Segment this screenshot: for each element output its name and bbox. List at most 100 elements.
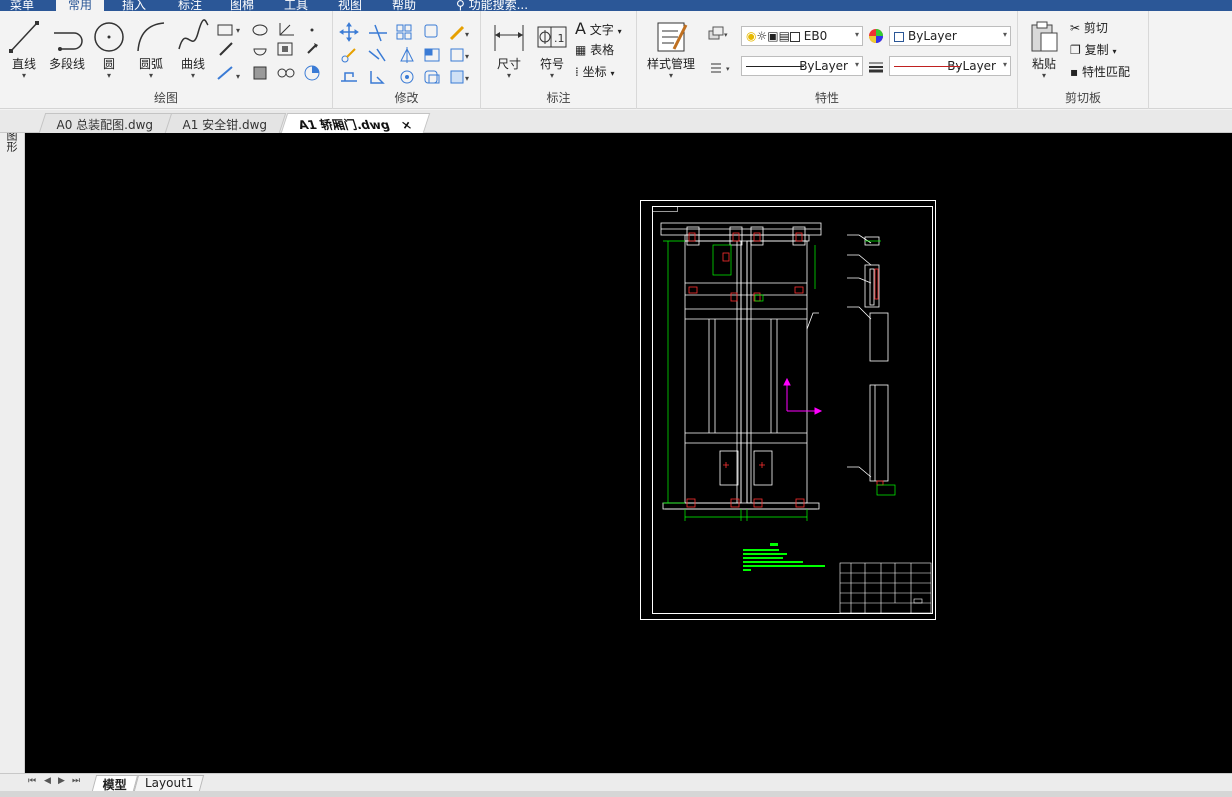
lineweight-preview bbox=[894, 66, 960, 67]
linetype-preview bbox=[746, 66, 804, 67]
clipboard-group-label: 剪切板 bbox=[1064, 91, 1101, 105]
menu-tab-home[interactable]: 常用 bbox=[56, 0, 105, 11]
chevron-down-icon: ▾ bbox=[549, 71, 554, 80]
menu-tab-menu[interactable]: 菜单 bbox=[10, 0, 34, 11]
chevron-down-icon: ▾ bbox=[1041, 71, 1046, 80]
annotate-group-label: 标注 bbox=[546, 91, 571, 105]
linetype-select[interactable]: ByLayer ▾ bbox=[741, 56, 863, 76]
symbol-icon: .1 bbox=[537, 26, 567, 48]
sun-icon: ☼ bbox=[756, 29, 768, 43]
circle-button[interactable]: 圆 ▾ bbox=[92, 19, 126, 80]
svg-text:.1: .1 bbox=[554, 32, 565, 45]
style-manager-button[interactable]: 样式管理 ▾ bbox=[643, 19, 699, 80]
dimension-icon bbox=[494, 25, 524, 51]
drawing-canvas[interactable] bbox=[25, 133, 1232, 773]
lineweight-select[interactable]: ByLayer ▾ bbox=[889, 56, 1011, 76]
color-select[interactable]: ByLayer ▾ bbox=[889, 26, 1011, 46]
doc-tab-assembly[interactable]: A0 总装配图.dwg bbox=[38, 113, 172, 133]
feature-search[interactable]: ⚲ 功能搜索... bbox=[456, 0, 528, 11]
svg-text:▾: ▾ bbox=[465, 74, 469, 83]
text-icon: A bbox=[575, 19, 586, 38]
arc-icon bbox=[137, 22, 165, 52]
draw-small-tools[interactable]: ▾ ▾ bbox=[216, 19, 326, 89]
chevron-down-icon: ▾ bbox=[668, 71, 673, 80]
layer-color-swatch bbox=[789, 31, 800, 42]
arc-button[interactable]: 圆弧 ▾ bbox=[132, 19, 170, 80]
line-icon bbox=[9, 21, 39, 53]
list-icon[interactable]: ▾ bbox=[709, 59, 730, 77]
layout-tab-model[interactable]: 模型 bbox=[91, 775, 139, 792]
svg-text:▾: ▾ bbox=[465, 52, 469, 61]
polyline-icon bbox=[54, 32, 83, 51]
chevron-down-icon: ▾ bbox=[506, 71, 511, 80]
match-properties-button[interactable]: ▪ 特性匹配 bbox=[1070, 63, 1130, 80]
modify-group-label: 修改 bbox=[394, 91, 419, 105]
menu-tab-layer[interactable]: 图棉 bbox=[230, 0, 254, 11]
color-swatch bbox=[894, 31, 904, 42]
lock-icon: ▣ bbox=[767, 29, 779, 43]
cut-button[interactable]: ✂ 剪切 bbox=[1070, 19, 1108, 36]
spline-button[interactable]: 曲线 ▾ bbox=[174, 19, 212, 80]
close-tab-icon[interactable]: × bbox=[399, 118, 414, 132]
copy-button[interactable]: ❐ 复制 ▾ bbox=[1070, 41, 1116, 58]
symbol-button[interactable]: .1 符号 ▾ bbox=[533, 19, 571, 80]
doc-tab-car-door[interactable]: A1 轿厢门.dwg × bbox=[280, 113, 431, 133]
properties-group-label: 特性 bbox=[814, 91, 839, 105]
coordinate-button[interactable]: ⁞ 坐标 ▾ bbox=[575, 63, 615, 80]
brush-icon: ▪ bbox=[1070, 65, 1079, 79]
first-layout-icon[interactable]: ⏮ bbox=[28, 776, 36, 786]
svg-text:▾: ▾ bbox=[236, 26, 240, 35]
style-manager-icon bbox=[657, 22, 688, 52]
lineweight-icon[interactable] bbox=[867, 58, 885, 76]
next-layout-icon[interactable]: ▶ bbox=[58, 776, 65, 786]
draw-group-label: 绘图 bbox=[153, 91, 178, 105]
layout-tab-bar: ⏮ ◀ ▶ ⏭ 模型 Layout1 bbox=[0, 773, 1232, 792]
copy-icon: ❐ bbox=[1070, 43, 1081, 57]
dimension-button[interactable]: 尺寸 ▾ bbox=[489, 19, 529, 80]
chevron-down-icon: ▾ bbox=[106, 71, 111, 80]
line-button[interactable]: 直线 ▾ bbox=[6, 19, 42, 80]
chevron-down-icon: ▾ bbox=[21, 71, 26, 80]
paste-button[interactable]: 粘贴 ▾ bbox=[1026, 19, 1062, 80]
cad-drawing bbox=[640, 200, 936, 620]
svg-text:▾: ▾ bbox=[724, 31, 728, 39]
printer-icon: ▤ bbox=[778, 29, 790, 43]
chevron-down-icon: ▾ bbox=[854, 30, 859, 39]
menu-bar: 菜单 常用 插入 标注 图棉 工具 视图 帮助 ⚲ 功能搜索... bbox=[0, 0, 1232, 11]
doc-tab-safety-gear[interactable]: A1 安全钳.dwg bbox=[164, 113, 286, 133]
chevron-down-icon: ▾ bbox=[1002, 30, 1007, 39]
chevron-down-icon: ▾ bbox=[854, 60, 859, 69]
status-bar bbox=[0, 791, 1232, 797]
layout-tab-layout1[interactable]: Layout1 bbox=[133, 775, 205, 791]
chevron-down-icon: ▾ bbox=[1002, 60, 1007, 69]
menu-tab-annotate[interactable]: 标注 bbox=[178, 0, 202, 11]
document-tab-bar: A0 总装配图.dwg A1 安全钳.dwg A1 轿厢门.dwg × bbox=[0, 110, 1232, 133]
chevron-down-icon: ▾ bbox=[148, 71, 153, 80]
table-icon: ▦ bbox=[575, 43, 587, 57]
layer-manager-icon[interactable]: ▾ bbox=[707, 25, 728, 43]
table-button[interactable]: ▦ 表格 bbox=[575, 41, 614, 58]
menu-tab-view[interactable]: 视图 bbox=[338, 0, 362, 11]
menu-tab-insert[interactable]: 插入 bbox=[122, 0, 146, 11]
ribbon: 直线 ▾ 多段线 圆 ▾ 圆弧 ▾ 曲线 ▾ ▾ ▾ 绘图 ▾ ▾ ▾ 修改 尺… bbox=[0, 11, 1232, 109]
color-wheel-icon[interactable] bbox=[867, 27, 885, 45]
circle-icon bbox=[94, 22, 124, 52]
annotate-group: 尺寸 ▾ .1 符号 ▾ A 文字 ▾ ▦ 表格 ⁞ 坐标 ▾ 标注 bbox=[481, 11, 637, 109]
layer-select[interactable]: ◉☼▣▤ EB0 ▾ bbox=[741, 26, 863, 46]
coordinate-icon: ⁞ bbox=[575, 65, 579, 79]
clipboard-group: 粘贴 ▾ ✂ 剪切 ❐ 复制 ▾ ▪ 特性匹配 剪切板 bbox=[1018, 11, 1149, 109]
properties-group: 样式管理 ▾ ▾ ▾ ◉☼▣▤ EB0 ▾ ByLayer ▾ ByLayer ▾ By… bbox=[637, 11, 1018, 109]
menu-tab-tools[interactable]: 工具 bbox=[284, 0, 308, 11]
modify-tools[interactable]: ▾ ▾ ▾ bbox=[339, 19, 477, 89]
modify-group: ▾ ▾ ▾ 修改 bbox=[333, 11, 481, 109]
polyline-button[interactable]: 多段线 bbox=[44, 19, 90, 72]
svg-text:▾: ▾ bbox=[236, 72, 240, 81]
last-layout-icon[interactable]: ⏭ bbox=[72, 776, 80, 786]
paste-icon bbox=[1031, 21, 1058, 52]
search-icon: ⚲ bbox=[456, 0, 469, 11]
prev-layout-icon[interactable]: ◀ bbox=[44, 776, 51, 786]
menu-tab-help[interactable]: 帮助 bbox=[392, 0, 416, 11]
draw-group: 直线 ▾ 多段线 圆 ▾ 圆弧 ▾ 曲线 ▾ ▾ ▾ 绘图 bbox=[0, 11, 333, 109]
left-side-panel: ⇵ 图形 bbox=[0, 110, 25, 775]
text-button[interactable]: A 文字 ▾ bbox=[575, 19, 622, 38]
